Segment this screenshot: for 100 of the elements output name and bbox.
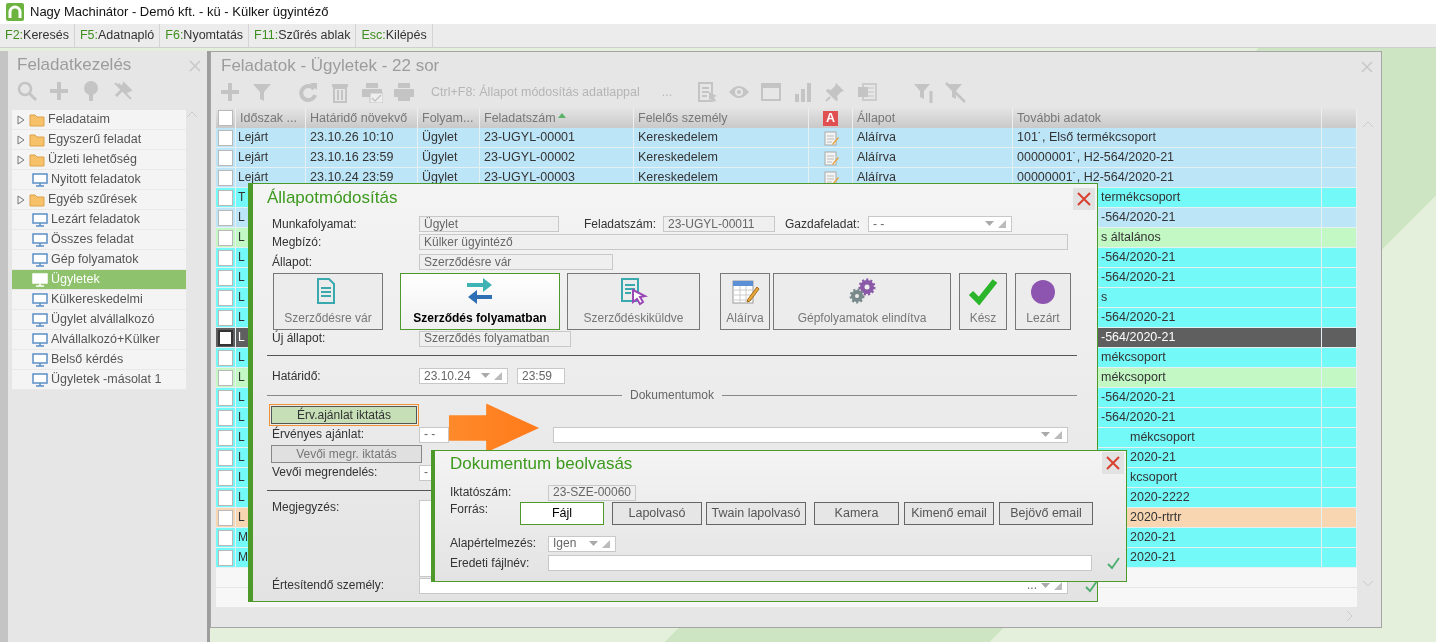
row-checkbox[interactable] [218,509,233,526]
source-button[interactable]: Bejövő email [999,502,1093,525]
row-checkbox[interactable] [218,429,233,446]
scroll-down-icon[interactable] [1362,580,1374,588]
print-icon[interactable] [393,81,415,103]
row-checkbox[interactable] [218,189,233,206]
select-field[interactable] [553,426,1068,443]
caret-icon[interactable] [1041,580,1063,591]
select-all-checkbox[interactable] [218,110,233,126]
scroll-up-icon[interactable] [186,110,198,118]
state-button[interactable]: Aláírva [720,273,770,330]
shortcut-item[interactable]: F6:Nyomtatás [160,24,250,47]
window-icon[interactable] [760,81,783,103]
sidebar-item[interactable]: Belső kérdés [12,350,186,370]
row-checkbox[interactable] [218,529,233,546]
row-checkbox[interactable] [218,329,233,346]
state-button[interactable]: Szerződésre vár [273,273,383,330]
row-checkbox[interactable] [218,349,233,366]
row-checkbox[interactable] [218,549,233,566]
state-button[interactable]: Lezárt [1015,273,1071,330]
sidebar-item[interactable]: Egyéb szűrések [12,190,186,210]
state-button[interactable]: Szerződés folyamatban [400,273,560,330]
expand-icon[interactable] [16,154,26,165]
pin-off-icon[interactable] [112,80,134,102]
filter-icon[interactable] [912,81,935,103]
scroll-up-icon[interactable] [1362,120,1374,128]
sort-icon[interactable] [557,112,566,118]
order-button[interactable]: Vevői megr. iktatás [271,445,422,463]
text-field[interactable]: 23-SZE-00060 [548,484,636,501]
row-checkbox[interactable] [218,409,233,426]
sidebar-item[interactable]: Ügylet alvállalkozó [12,310,186,330]
sidebar-item[interactable]: Külkereskedelmi [12,290,186,310]
search-icon[interactable] [16,80,38,102]
sidebar-item[interactable]: Lezárt feladatok [12,210,186,230]
shortcut-item[interactable]: F5:Adatnapló [74,24,161,47]
row-checkbox[interactable] [218,169,233,186]
sidebar-item[interactable]: Nyitott feladatok [12,170,186,190]
text-field[interactable] [548,555,1092,571]
state-button[interactable]: Szerződéskiküldve [567,273,700,330]
row-checkbox[interactable] [218,449,233,466]
row-checkbox[interactable] [218,389,233,406]
text-field[interactable]: Ügylet [419,216,559,232]
shortcut-item[interactable]: F11:Szűrés ablak [249,24,357,47]
caret-icon[interactable] [589,538,611,549]
row-checkbox[interactable] [218,489,233,506]
offer-button[interactable]: Érv.ajánlat iktatás [271,406,417,424]
scroll-right-icon[interactable] [1345,610,1353,622]
shortcut-item[interactable]: F2:Keresés [0,24,75,47]
row-checkbox[interactable] [218,469,233,486]
filter-icon[interactable] [251,81,273,103]
select-field[interactable]: Igen [548,535,616,552]
sidebar-item[interactable]: Összes feladat [12,230,186,250]
source-button[interactable]: Twain lapolvasó [706,502,806,525]
row-checkbox[interactable] [218,309,233,326]
sidebar-item[interactable]: Feladataim [12,110,186,130]
source-button[interactable]: Kimenő email [904,502,994,525]
close-icon[interactable] [1102,452,1124,474]
row-checkbox[interactable] [218,369,233,386]
text-field[interactable]: Szerződés folyamatban [419,330,571,347]
text-field[interactable]: Külker ügyintéző [419,234,1068,250]
state-button[interactable]: Kész [959,273,1007,330]
text-field[interactable]: 23-UGYL-00011 [663,216,775,232]
shortcut-item[interactable]: Esc:Kilépés [356,24,433,47]
expand-icon[interactable] [16,194,26,205]
sidebar-item[interactable]: Egyszerű feladat [12,130,186,150]
row-checkbox[interactable] [218,249,233,266]
trash-icon[interactable] [329,81,351,103]
text-field[interactable]: - - [419,426,449,443]
source-button[interactable]: Kamera [814,502,899,525]
table-row[interactable]: Lejárt 23.10.26 10:10 Ügylet 23-UGYL-00001 Kereskedelem Aláírva 101˙, Első termékcsoport [216,128,1357,148]
sidebar-item[interactable]: Gép folyamatok [12,250,186,270]
select-field[interactable]: 23.10.24 [419,368,508,384]
add-icon[interactable] [219,81,241,103]
text-field[interactable]: 23:59 [517,368,565,384]
pin-icon[interactable] [824,81,847,103]
caret-icon[interactable] [985,219,1007,229]
row-checkbox[interactable] [218,129,233,146]
state-button[interactable]: Gépfolyamatok elindítva [773,273,951,330]
caret-icon[interactable] [481,371,503,381]
filter-off-icon[interactable] [944,81,967,103]
row-checkbox[interactable] [218,209,233,226]
expand-icon[interactable] [16,114,26,125]
row-checkbox[interactable] [218,269,233,286]
select-field[interactable]: - - [868,216,1012,232]
sidebar-item[interactable]: Alvállalkozó+Külker [12,330,186,350]
expand-icon[interactable] [16,134,26,145]
text-field[interactable]: Szerződésre vár [419,254,613,270]
close-icon[interactable] [1073,188,1095,210]
spreadsheet-icon[interactable] [856,81,879,103]
print-icon[interactable] [361,81,383,103]
sidebar-item[interactable]: Üzleti lehetőség [12,150,186,170]
source-button[interactable]: Lapolvasó [612,502,702,525]
add-icon[interactable] [48,80,70,102]
refresh-icon[interactable] [297,81,319,103]
source-button[interactable]: Fájl [520,502,604,525]
document-cursor-icon[interactable] [696,81,719,103]
row-checkbox[interactable] [218,229,233,246]
sidebar-item[interactable]: Ügyletek -másolat 1 [12,370,186,390]
row-checkbox[interactable] [218,289,233,306]
check-icon[interactable] [1106,556,1120,570]
